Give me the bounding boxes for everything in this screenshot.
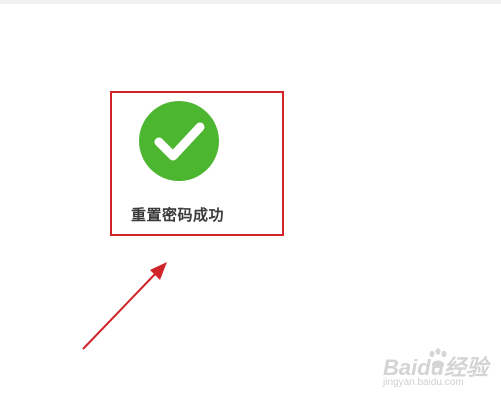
watermark-url: jingyan.baidu.com xyxy=(383,377,464,388)
annotation-arrow xyxy=(82,262,167,350)
watermark: Baidu经验 jingyan.baidu.com xyxy=(383,348,495,394)
